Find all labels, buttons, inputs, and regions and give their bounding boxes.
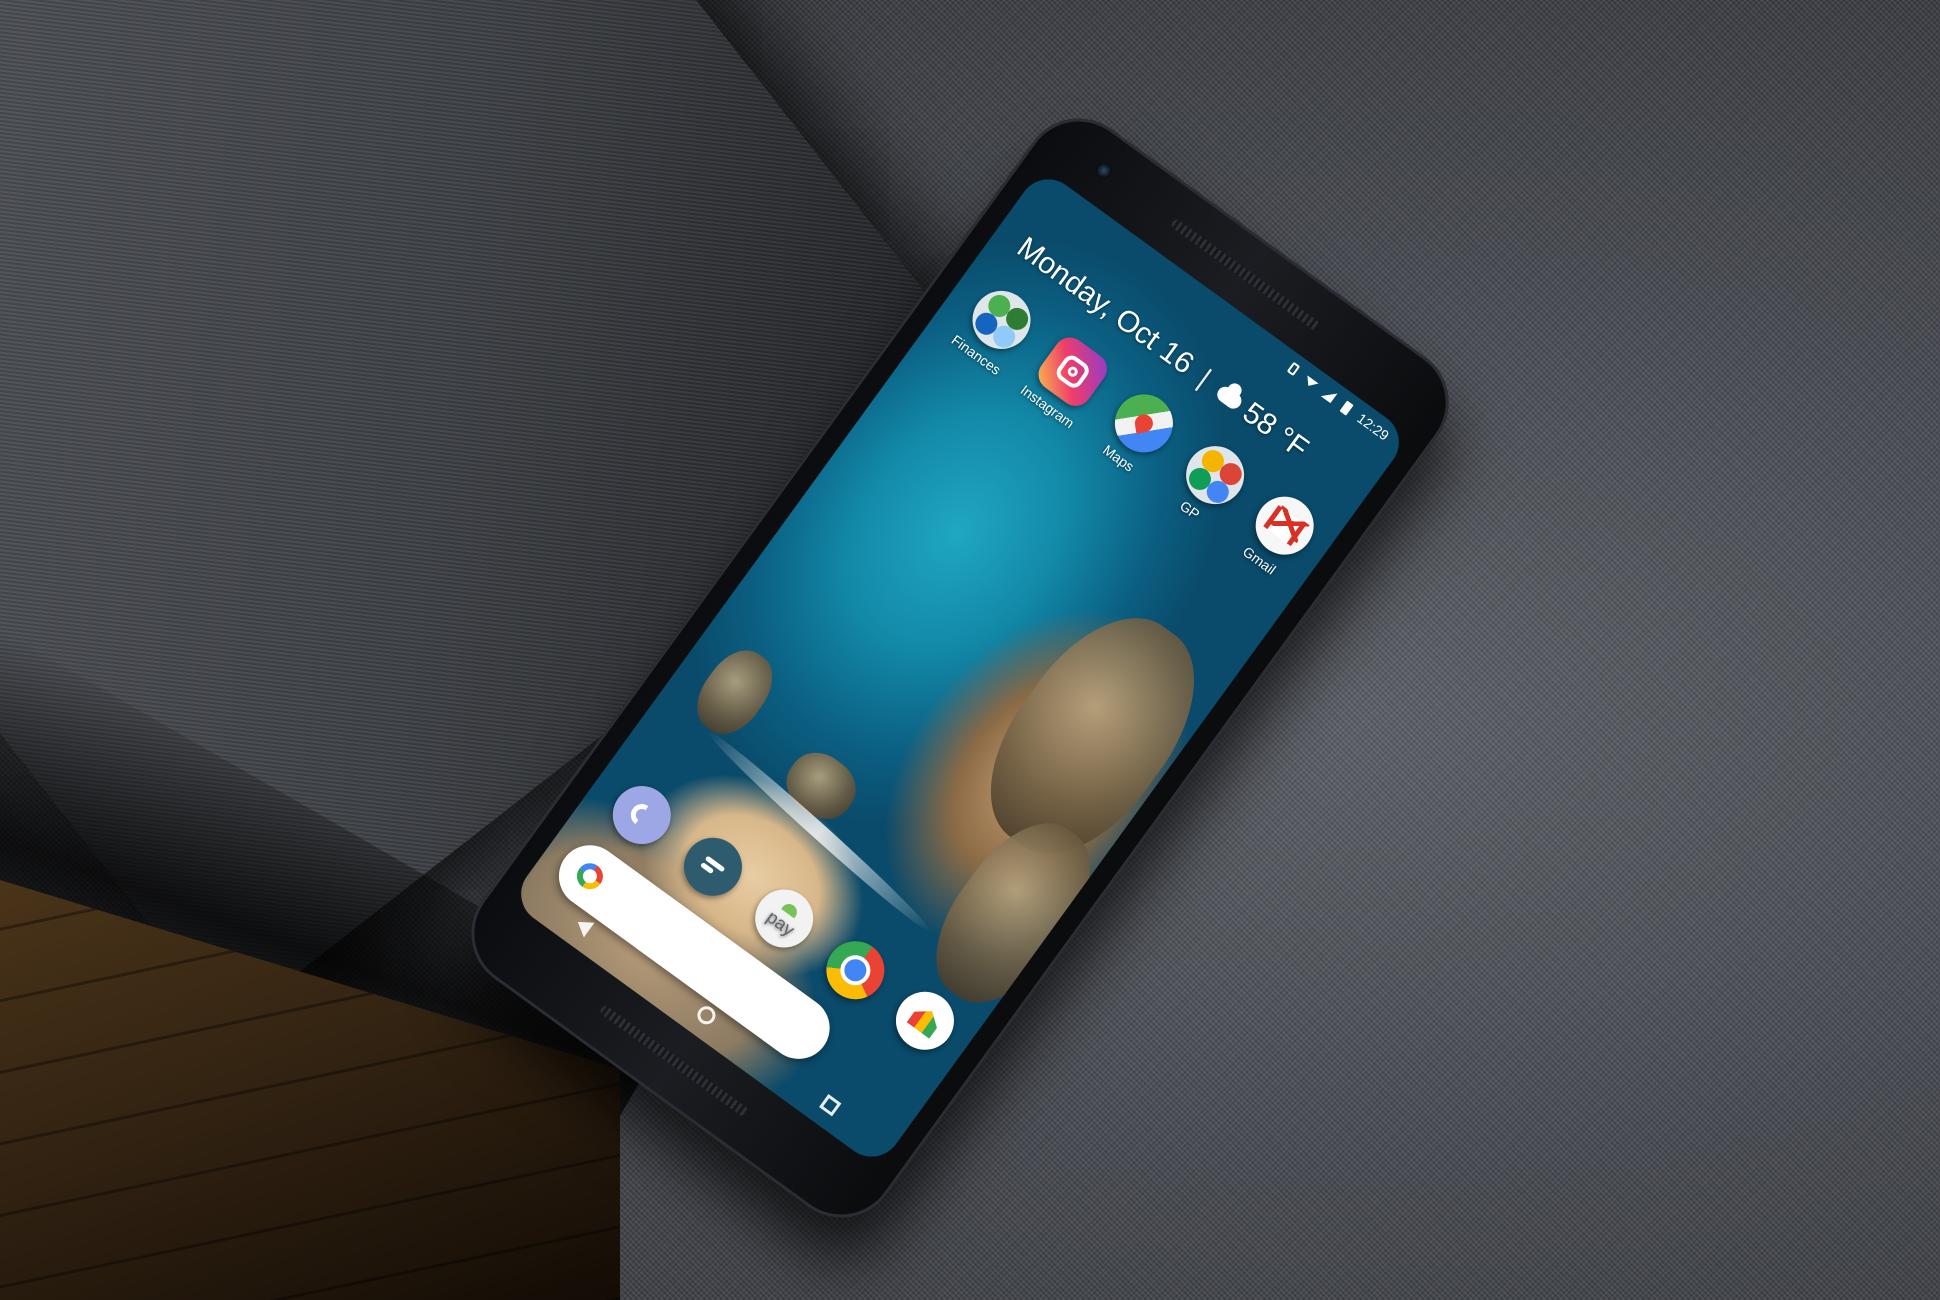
recents-icon[interactable] (819, 1094, 842, 1117)
wallpaper-rock (775, 741, 868, 831)
vibrate-icon (1284, 359, 1304, 379)
cloud-icon (1213, 383, 1245, 412)
signal-icon (1319, 385, 1339, 405)
front-camera (1092, 159, 1116, 182)
battery-icon (1337, 398, 1357, 418)
wallpaper-rock (684, 638, 786, 747)
phone-icon (601, 774, 683, 856)
wallpaper-cliff (955, 586, 1230, 886)
google-g-icon (571, 858, 609, 895)
messages-icon (672, 826, 754, 908)
status-time: 12:29 (1354, 410, 1393, 444)
home-icon[interactable] (693, 1002, 720, 1028)
android-pay-icon: pay (743, 877, 825, 960)
fabric-background: 12:29 Monday, Oct 16 | 58 °F Finances In… (0, 0, 1940, 1300)
wifi-icon (1301, 372, 1321, 392)
glance-temperature: 58 °F (1236, 396, 1315, 466)
glance-separator: | (1192, 363, 1217, 393)
back-icon[interactable] (572, 914, 595, 938)
chrome-icon (814, 929, 896, 1011)
